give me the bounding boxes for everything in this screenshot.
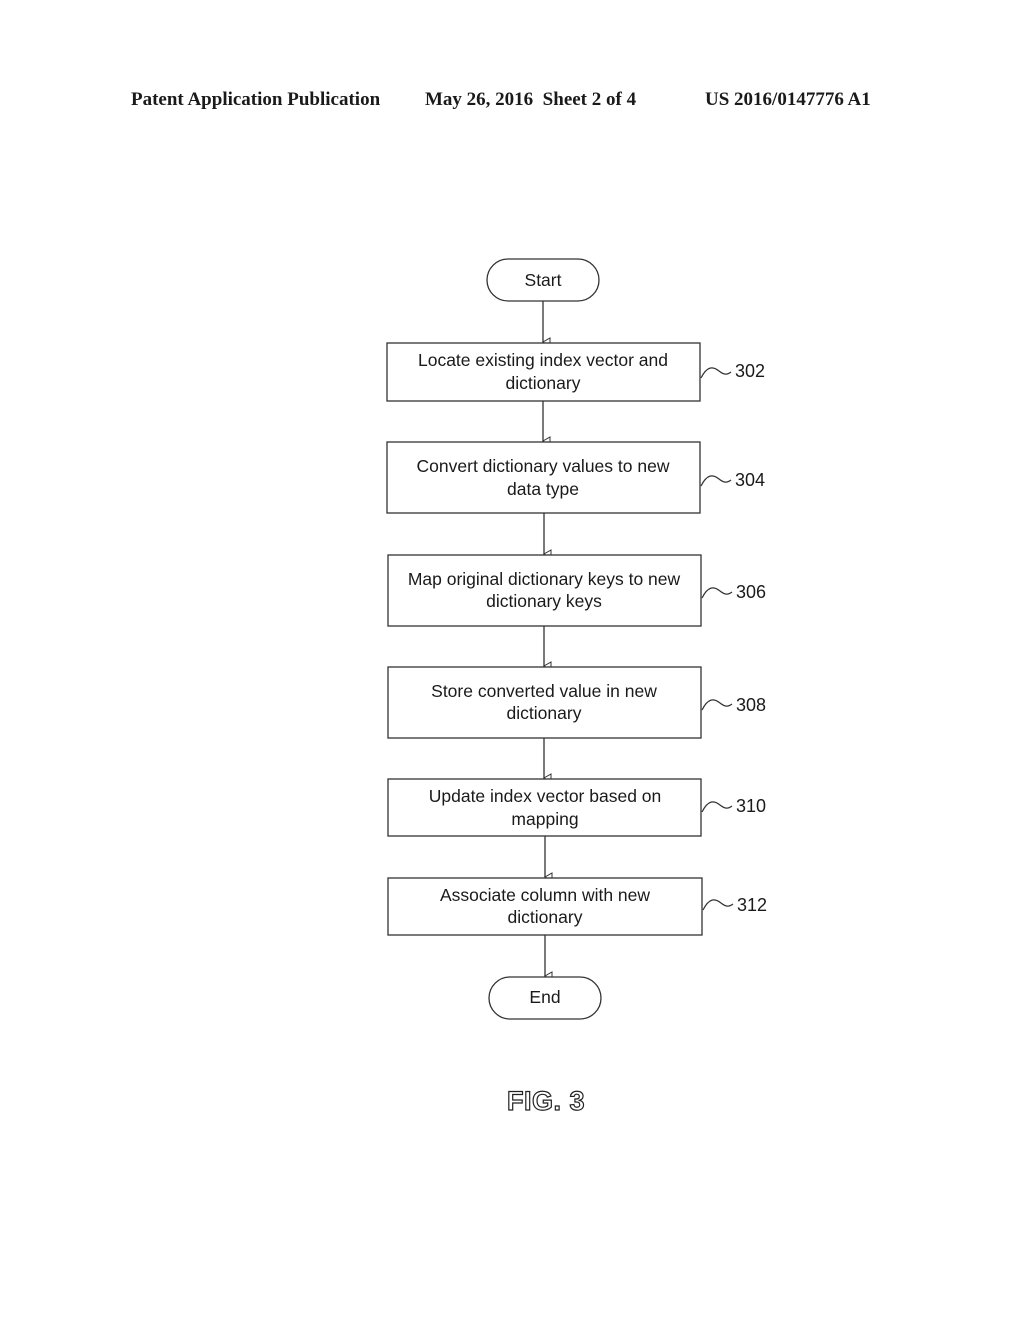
flowchart: Start Locate existing index vector and d… (386, 258, 767, 1020)
step-306-line-1: Map original dictionary keys to new (408, 569, 681, 589)
step-302: Locate existing index vector and diction… (386, 342, 765, 402)
step-302-line-2: dictionary (506, 373, 581, 393)
start-terminal: Start (486, 258, 600, 302)
step-302-line-1: Locate existing index vector and (418, 350, 668, 370)
step-308-line-2: dictionary (507, 703, 582, 723)
start-label: Start (525, 270, 562, 290)
ref-306: 306 (736, 582, 766, 602)
ref-312: 312 (737, 895, 767, 915)
step-308-line-1: Store converted value in new (431, 681, 657, 701)
step-312-line-2: dictionary (508, 907, 583, 927)
step-310-line-1: Update index vector based on (429, 786, 662, 806)
end-terminal: End (488, 976, 602, 1020)
step-306-line-2: dictionary keys (486, 591, 602, 611)
step-312-line-1: Associate column with new (440, 885, 650, 905)
step-310-line-2: mapping (511, 809, 578, 829)
leader-squiggle-icon (702, 899, 734, 911)
ref-308: 308 (736, 695, 766, 715)
leader-squiggle-icon (700, 367, 732, 379)
figure-label: FIG. 3 (506, 1085, 585, 1116)
step-306: Map original dictionary keys to new dict… (387, 554, 766, 627)
leader-squiggle-icon (701, 801, 733, 813)
step-312: Associate column with new dictionary 312 (387, 877, 767, 936)
ref-304: 304 (735, 470, 765, 490)
step-310: Update index vector based on mapping 310 (387, 778, 766, 837)
step-308: Store converted value in new dictionary … (387, 666, 766, 739)
end-label: End (529, 987, 560, 1007)
ref-310: 310 (736, 796, 766, 816)
step-304: Convert dictionary values to new data ty… (386, 441, 765, 514)
step-304-line-2: data type (507, 479, 579, 499)
leader-squiggle-icon (700, 475, 732, 487)
leader-squiggle-icon (701, 699, 733, 711)
leader-squiggle-icon (701, 587, 733, 599)
step-304-line-1: Convert dictionary values to new (417, 456, 670, 476)
ref-302: 302 (735, 361, 765, 381)
